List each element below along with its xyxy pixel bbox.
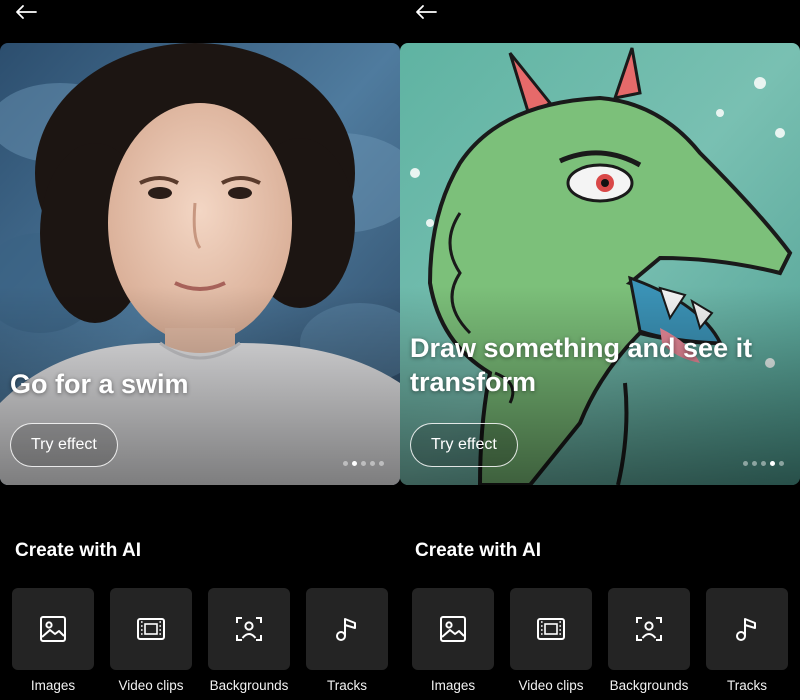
image-icon xyxy=(40,616,66,642)
carousel-dot xyxy=(752,461,757,466)
swim-effect-preview-image xyxy=(0,43,400,485)
try-effect-button[interactable]: Try effect xyxy=(410,423,518,467)
video-clips-label: Video clips xyxy=(518,678,584,693)
images-label: Images xyxy=(30,678,76,693)
effect-card[interactable]: Go for a swim Try effect xyxy=(0,43,400,485)
backgrounds-label: Backgrounds xyxy=(609,678,689,693)
tracks-label: Tracks xyxy=(727,678,767,693)
carousel-indicator xyxy=(743,461,784,466)
section-title: Create with AI xyxy=(415,540,541,561)
carousel-dot xyxy=(352,461,357,466)
film-icon xyxy=(537,618,565,640)
left-screen: Go for a swim Try effect Create with AI … xyxy=(0,0,400,700)
backgrounds-tile[interactable] xyxy=(208,588,290,670)
tracks-label: Tracks xyxy=(327,678,367,693)
carousel-dot xyxy=(779,461,784,466)
video-clips-tile[interactable] xyxy=(110,588,192,670)
right-screen: Draw something and see it transform Try … xyxy=(400,0,800,700)
effect-card[interactable]: Draw something and see it transform Try … xyxy=(400,43,800,485)
effect-title: Go for a swim xyxy=(10,369,189,399)
music-note-icon xyxy=(736,618,756,641)
images-tile[interactable] xyxy=(12,588,94,670)
carousel-indicator xyxy=(343,461,384,466)
carousel-dot xyxy=(370,461,375,466)
carousel-dot xyxy=(343,461,348,466)
backgrounds-tile[interactable] xyxy=(608,588,690,670)
try-effect-button[interactable]: Try effect xyxy=(10,423,118,467)
section-title: Create with AI xyxy=(15,540,141,561)
carousel-dot xyxy=(361,461,366,466)
back-arrow-icon xyxy=(416,5,437,19)
carousel-dot xyxy=(761,461,766,466)
effect-title: Draw something and see it transform xyxy=(410,333,753,397)
image-icon xyxy=(440,616,466,642)
dragon-drawing-preview-image xyxy=(400,43,800,485)
carousel-dot xyxy=(379,461,384,466)
tracks-tile[interactable] xyxy=(306,588,388,670)
backgrounds-label: Backgrounds xyxy=(209,678,289,693)
person-frame-icon xyxy=(236,617,262,641)
back-button[interactable] xyxy=(414,2,442,22)
back-arrow-icon xyxy=(16,5,37,19)
music-note-icon xyxy=(336,618,356,641)
carousel-dot xyxy=(770,461,775,466)
film-icon xyxy=(137,618,165,640)
video-clips-label: Video clips xyxy=(118,678,184,693)
person-frame-icon xyxy=(636,617,662,641)
video-clips-tile[interactable] xyxy=(510,588,592,670)
images-tile[interactable] xyxy=(412,588,494,670)
back-button[interactable] xyxy=(14,2,42,22)
tracks-tile[interactable] xyxy=(706,588,788,670)
carousel-dot xyxy=(743,461,748,466)
images-label: Images xyxy=(430,678,476,693)
